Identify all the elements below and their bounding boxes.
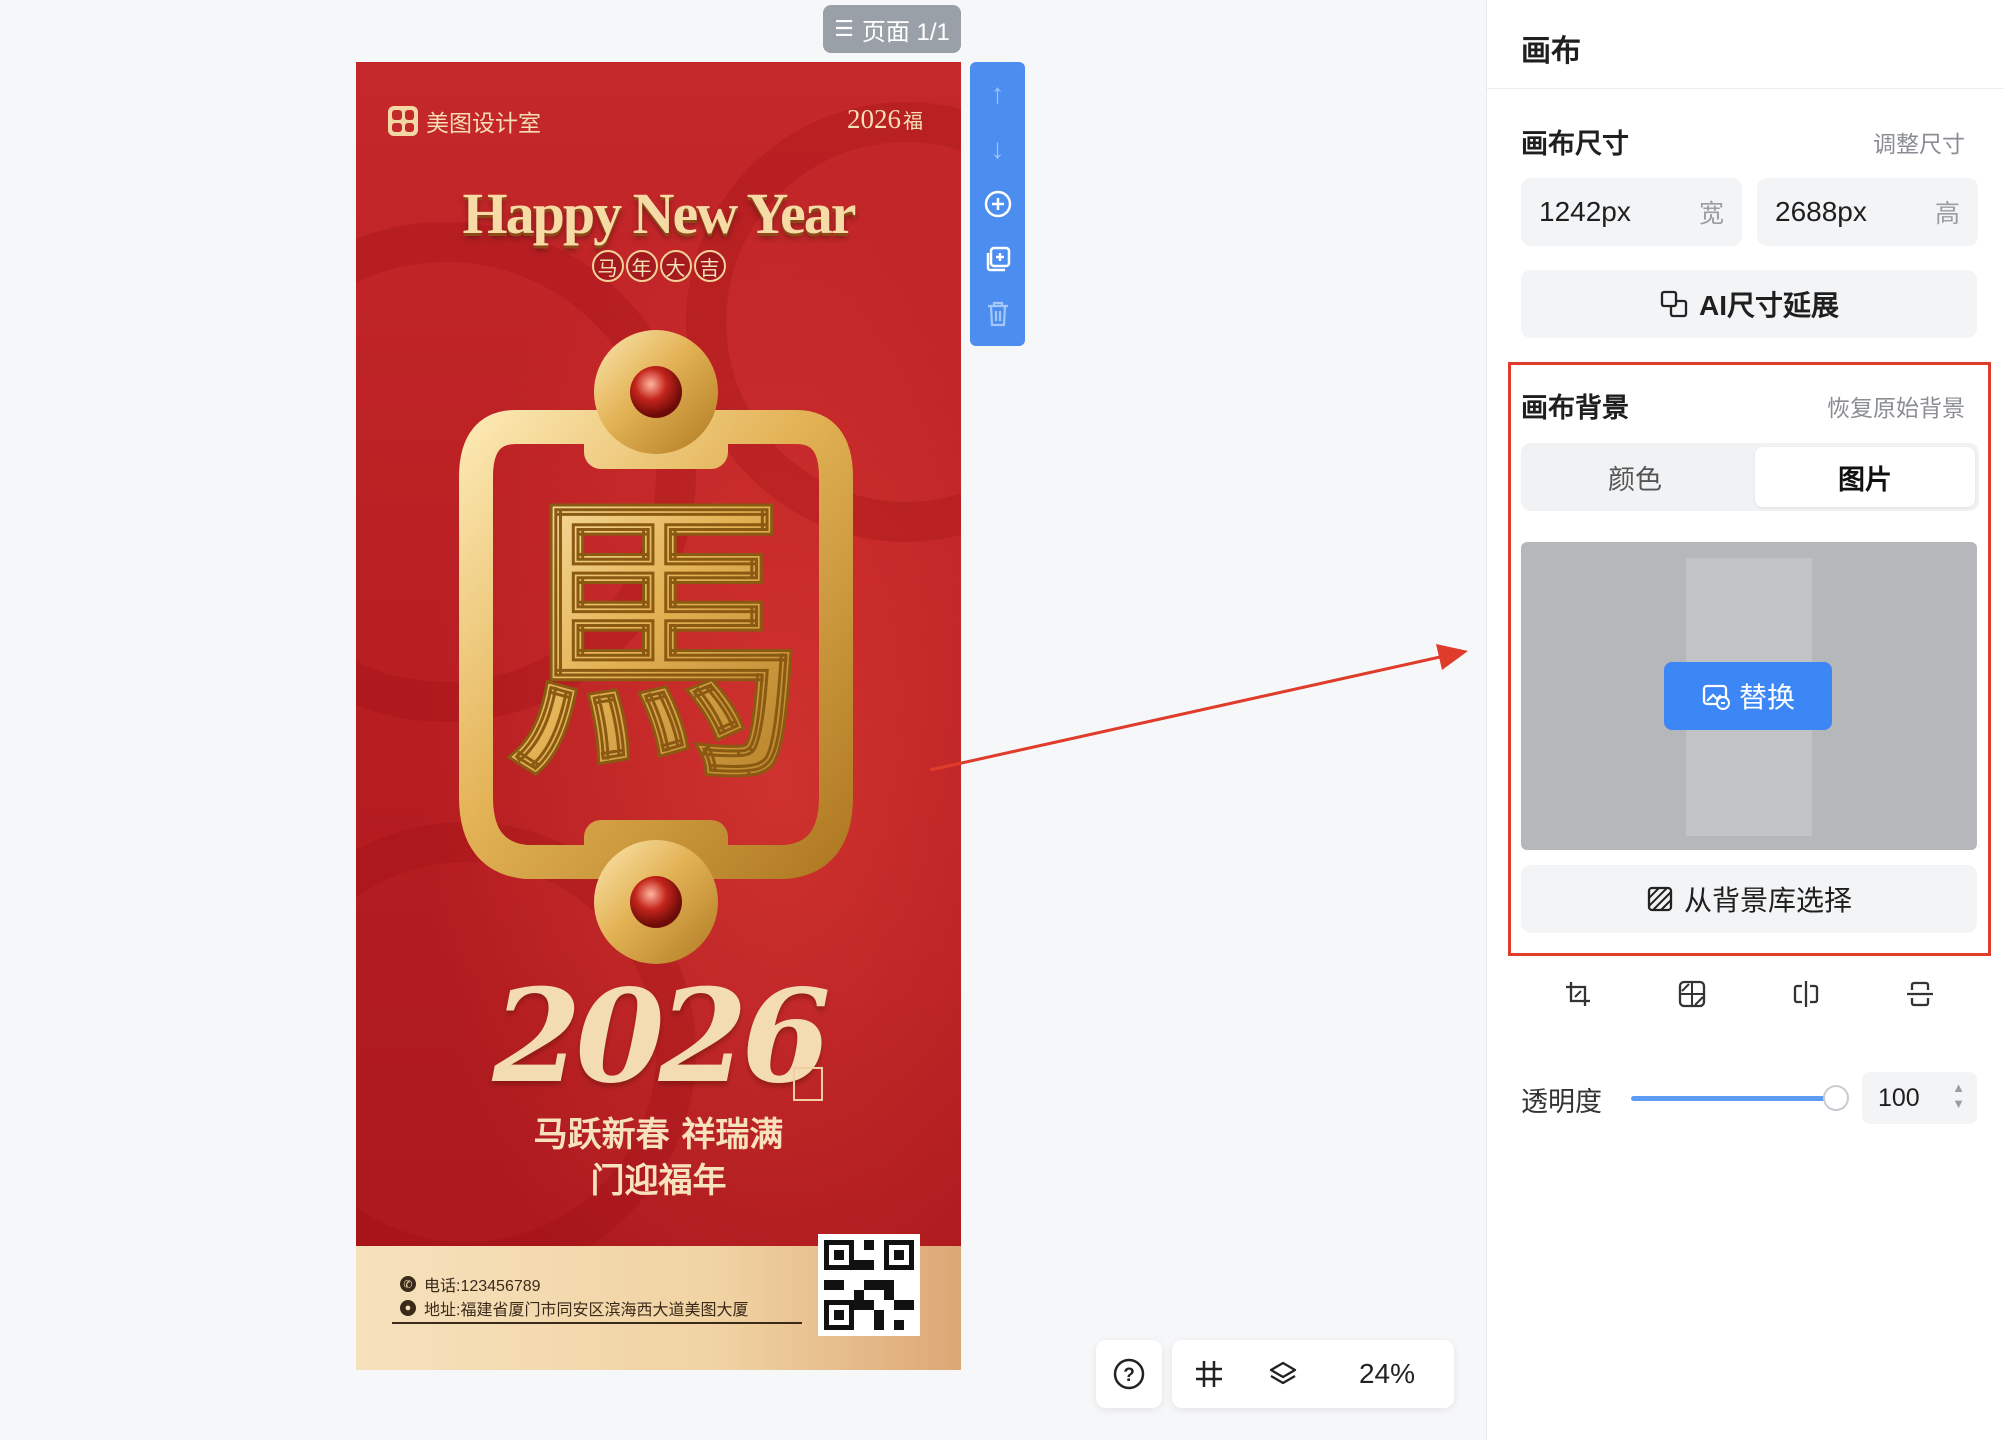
add-circle-icon[interactable] xyxy=(978,180,1018,227)
canvas-background-heading: 画布背景 xyxy=(1521,393,1629,423)
resize-icon xyxy=(1660,290,1688,318)
greeting-title: Happy New Year xyxy=(462,181,857,246)
list-icon: ☰ xyxy=(834,16,854,41)
duplicate-icon[interactable] xyxy=(978,236,1018,283)
address-row: ● 地址:福建省厦门市同安区滨海西大道美图大厦 xyxy=(400,1296,748,1320)
mosaic-icon xyxy=(1678,980,1706,1008)
view-controls: 24% xyxy=(1172,1340,1454,1408)
width-value: 1242px xyxy=(1539,196,1631,227)
blessing-badges: 马 年 大 吉 xyxy=(356,250,961,282)
opacity-slider-thumb[interactable] xyxy=(1823,1085,1849,1111)
image-replace-icon xyxy=(1702,684,1730,710)
footer-divider xyxy=(392,1322,802,1324)
seal-stamp xyxy=(793,1067,823,1101)
phone-text: 电话:123456789 xyxy=(424,1278,541,1295)
height-field[interactable]: 2688px 高 xyxy=(1757,178,1978,246)
year-top-text: 2026 xyxy=(847,104,901,134)
phone-row: ✆ 电话:123456789 xyxy=(400,1272,541,1296)
canvas-settings-panel: 画布 画布尺寸 调整尺寸 1242px 宽 2688px 高 AI尺寸延展 画布… xyxy=(1486,0,2004,1440)
ai-extend-label: AI尺寸延展 xyxy=(1698,290,1839,321)
restore-background-link[interactable]: 恢复原始背景 xyxy=(1827,389,1965,423)
mosaic-button[interactable] xyxy=(1668,970,1716,1018)
help-icon: ? xyxy=(1113,1358,1145,1390)
blessing-badge: 年 xyxy=(625,250,658,282)
image-tools xyxy=(1521,970,1977,1018)
location-icon: ● xyxy=(400,1300,416,1316)
arrow-down-icon[interactable]: ↓ xyxy=(978,125,1018,172)
opacity-input[interactable]: 100 ▲ ▼ xyxy=(1862,1072,1977,1124)
ai-extend-button[interactable]: AI尺寸延展 xyxy=(1521,270,1977,338)
height-unit: 高 xyxy=(1934,200,1960,228)
grid-icon xyxy=(1196,1361,1222,1387)
panel-divider xyxy=(1487,88,2004,89)
flip-horizontal-icon xyxy=(1793,981,1819,1007)
brand-logo-icon xyxy=(388,106,418,136)
page-indicator[interactable]: ☰ 页面 1/1 xyxy=(823,5,961,53)
tab-color[interactable]: 颜色 xyxy=(1525,447,1745,507)
element-toolbar: ↑ ↓ xyxy=(970,62,1025,346)
poster-canvas[interactable]: 美图设计室 2026 福 Happy New Year 马 年 大 吉 馬 20… xyxy=(356,62,961,1370)
qr-code xyxy=(818,1234,920,1336)
address-text: 地址:福建省厦门市同安区滨海西大道美图大厦 xyxy=(424,1302,749,1319)
blessing-badge: 吉 xyxy=(693,250,726,282)
blessing-badge: 马 xyxy=(591,250,624,282)
replace-button[interactable]: 替换 xyxy=(1664,662,1832,730)
background-preview: 替换 xyxy=(1521,542,1977,850)
slogan-line-2: 门迎福年 xyxy=(590,1161,727,1201)
arrow-up-icon[interactable]: ↑ xyxy=(978,70,1018,117)
layers-icon xyxy=(1269,1361,1297,1385)
panel-title: 画布 xyxy=(1521,35,1581,68)
phone-icon: ✆ xyxy=(400,1276,416,1292)
slogan-line-1: 马跃新春 祥瑞满 xyxy=(533,1115,784,1155)
pattern-icon xyxy=(1647,886,1673,912)
crop-button[interactable] xyxy=(1554,970,1602,1018)
opacity-stepper[interactable]: ▲ ▼ xyxy=(1952,1080,1965,1112)
zoom-level[interactable]: 24% xyxy=(1320,1358,1454,1390)
trash-icon[interactable] xyxy=(978,291,1018,338)
grid-button[interactable] xyxy=(1172,1358,1246,1390)
library-label: 从背景库选择 xyxy=(1683,885,1852,916)
replace-label: 替换 xyxy=(1738,682,1795,713)
flip-vertical-icon xyxy=(1907,981,1933,1007)
opacity-value: 100 xyxy=(1878,1083,1920,1112)
year-top: 2026 福 xyxy=(847,104,923,135)
canvas-size-heading: 画布尺寸 xyxy=(1521,129,1629,159)
page-indicator-label: 页面 1/1 xyxy=(861,18,950,46)
help-button[interactable]: ? xyxy=(1096,1340,1162,1408)
slogan: 马跃新春 祥瑞满 门迎福年 xyxy=(356,1112,961,1204)
height-value: 2688px xyxy=(1775,196,1867,227)
big-year: 2026 xyxy=(492,962,830,1112)
adjust-size-link[interactable]: 调整尺寸 xyxy=(1873,125,1965,159)
background-type-tabs: 颜色 图片 xyxy=(1521,443,1979,511)
brand-name: 美图设计室 xyxy=(426,110,541,136)
svg-text:?: ? xyxy=(1123,1365,1135,1386)
width-unit: 宽 xyxy=(1698,200,1724,228)
layers-button[interactable] xyxy=(1246,1358,1320,1390)
tab-image[interactable]: 图片 xyxy=(1755,447,1975,507)
fu-mark: 福 xyxy=(903,111,923,133)
brand-logo: 美图设计室 xyxy=(388,104,541,138)
flip-horizontal-button[interactable] xyxy=(1782,970,1830,1018)
width-field[interactable]: 1242px 宽 xyxy=(1521,178,1742,246)
flip-vertical-button[interactable] xyxy=(1896,970,1944,1018)
blessing-badge: 大 xyxy=(659,250,692,282)
opacity-label: 透明度 xyxy=(1521,1087,1602,1117)
library-button[interactable]: 从背景库选择 xyxy=(1521,865,1977,933)
opacity-slider-track[interactable] xyxy=(1631,1096,1837,1101)
horse-emblem: 馬 xyxy=(459,330,853,964)
emblem-character: 馬 xyxy=(506,465,806,818)
crop-icon xyxy=(1566,982,1590,1006)
